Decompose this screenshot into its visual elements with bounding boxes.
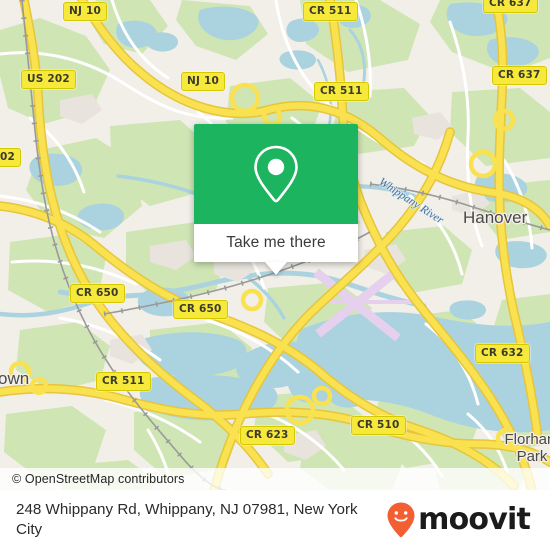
moovit-logo[interactable]: moovit	[386, 501, 536, 539]
highway-shield: NJ 10	[181, 72, 225, 91]
screenshot-root: NJ 10 CR 511 CR 637 US 202 NJ 10 CR 511 CR 637…	[0, 0, 550, 550]
location-info-card[interactable]: Take me there	[194, 124, 358, 275]
highway-shield: 02	[0, 148, 22, 167]
moovit-pin-smiley-icon	[387, 502, 415, 538]
take-me-there-button[interactable]: Take me there	[194, 224, 358, 275]
highway-shield: CR 632	[475, 344, 530, 363]
highway-shield: CR 637	[483, 0, 538, 13]
highway-shield: CR 650	[173, 300, 228, 319]
highway-shield: CR 510	[351, 416, 406, 435]
place-label: own	[0, 369, 30, 388]
place-label: Hanover	[463, 208, 528, 227]
highway-shield: CR 650	[70, 284, 125, 303]
highway-shield: CR 637	[492, 66, 547, 85]
map-canvas[interactable]: NJ 10 CR 511 CR 637 US 202 NJ 10 CR 511 CR 637…	[0, 0, 550, 490]
moovit-wordmark: moovit	[418, 502, 531, 537]
highway-shield: CR 511	[96, 372, 151, 391]
address-text: 248 Whippany Rd, Whippany, NJ 07981, New…	[16, 500, 358, 538]
card-pointer-triangle	[265, 262, 287, 275]
highway-shield: US 202	[21, 70, 76, 89]
highway-shield: NJ 10	[63, 2, 107, 21]
footer-bar: 248 Whippany Rd, Whippany, NJ 07981, New…	[0, 490, 550, 550]
highway-shield: CR 511	[303, 2, 358, 21]
take-me-there-label: Take me there	[226, 234, 326, 251]
map-pin-icon	[254, 145, 298, 203]
place-label: Florham Park	[504, 431, 550, 466]
map-attribution[interactable]: © OpenStreetMap contributors	[0, 468, 550, 490]
card-image-panel	[194, 124, 358, 224]
highway-shield: CR 511	[314, 82, 369, 101]
highway-shield: CR 623	[240, 426, 295, 445]
